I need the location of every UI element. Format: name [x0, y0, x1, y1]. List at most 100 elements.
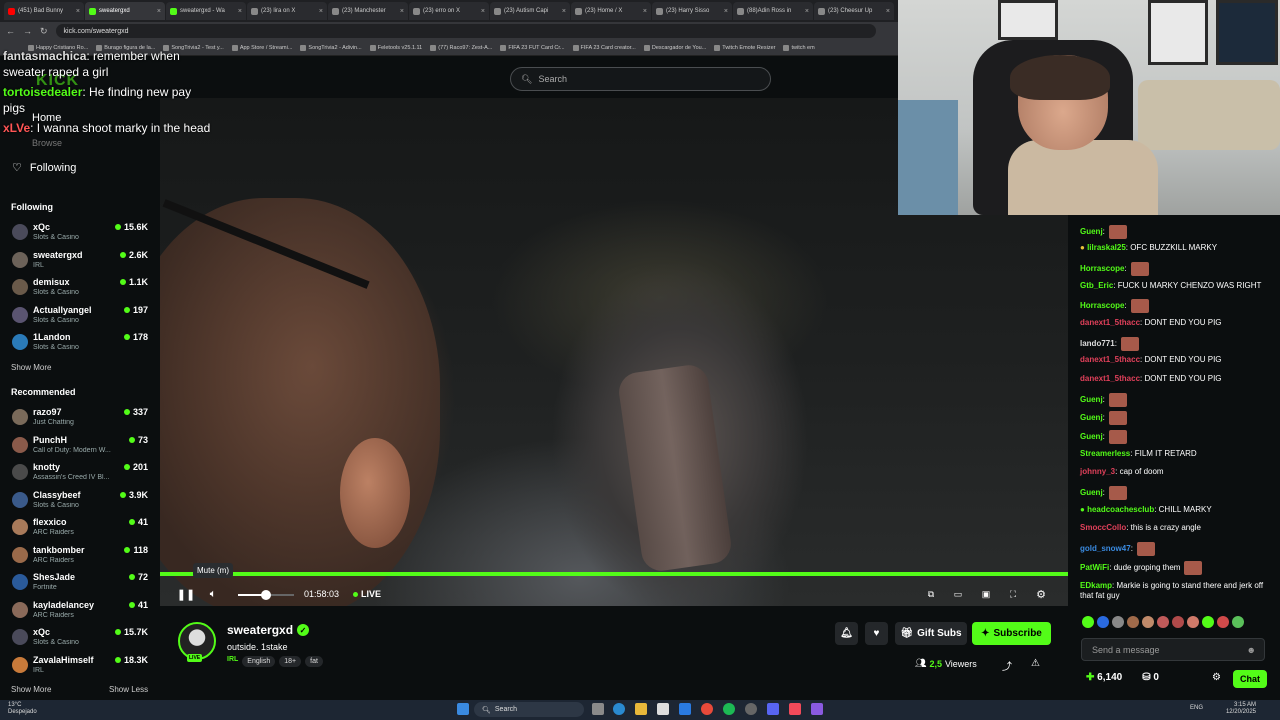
- weather-widget[interactable]: 13°C Despejado: [8, 702, 37, 716]
- clock[interactable]: 3:15 AM 12/20/2025: [1226, 702, 1256, 716]
- chat-username[interactable]: Gtb_Eric: [1080, 281, 1113, 290]
- back-icon[interactable]: ←: [6, 26, 15, 36]
- chat-username[interactable]: Streamerless: [1080, 449, 1130, 458]
- close-icon[interactable]: ×: [76, 8, 80, 15]
- sidebar-channel[interactable]: Classybeef Slots & Casino 3.9K: [10, 488, 152, 514]
- chat-username[interactable]: danext1_5thacc: [1080, 374, 1140, 383]
- chat-username[interactable]: Horrascope: [1080, 264, 1124, 273]
- close-icon[interactable]: ×: [319, 8, 323, 15]
- browser-tab[interactable]: sweatergxd ×: [85, 2, 165, 20]
- category-link[interactable]: IRL: [227, 656, 238, 667]
- emote-icon[interactable]: [1127, 616, 1139, 628]
- discord-icon[interactable]: [767, 703, 779, 715]
- bookmark-item[interactable]: Twitch Emote Resizer: [714, 44, 775, 51]
- chat-username[interactable]: Guenj: [1080, 395, 1103, 404]
- bookmark-item[interactable]: Descargador de You...: [643, 44, 706, 51]
- chat-settings-icon[interactable]: ⚙: [1212, 672, 1221, 683]
- url-field[interactable]: kick.com/sweatergxd: [55, 24, 876, 38]
- chat-input[interactable]: Send a message ☻: [1081, 638, 1265, 661]
- close-icon[interactable]: ×: [157, 8, 161, 15]
- chat-username[interactable]: Guenj: [1080, 227, 1103, 236]
- chat-username[interactable]: lilraskal25: [1087, 243, 1126, 252]
- chat-username[interactable]: Guenj: [1080, 413, 1103, 422]
- browser-tab[interactable]: sweatergxd - Wa ×: [166, 2, 246, 20]
- theater-icon[interactable]: ▭: [950, 586, 966, 602]
- bookmark-item[interactable]: Feletools v25.1.11: [369, 44, 422, 51]
- browser-tab[interactable]: (23) Cheesur Up ×: [814, 2, 894, 20]
- bookmark-item[interactable]: FIFA 23 Card creator...: [572, 44, 636, 51]
- emote-icon[interactable]: [1217, 616, 1229, 628]
- bookmark-item[interactable]: (77) Raco97: Zest-A...: [430, 44, 492, 51]
- chat-username[interactable]: Guenj: [1080, 432, 1103, 441]
- settings-gear-icon[interactable]: ⚙: [1033, 586, 1049, 602]
- sidebar-channel[interactable]: xQc Slots & Casino 15.6K: [10, 220, 152, 246]
- follow-button[interactable]: ♥: [865, 622, 888, 645]
- chat-username[interactable]: SmoccCollo: [1080, 523, 1126, 532]
- streamer-name[interactable]: sweatergxd: [227, 623, 293, 637]
- tag-pill[interactable]: English: [242, 656, 276, 667]
- channel-points[interactable]: ✚ 6,140: [1086, 672, 1122, 683]
- emote-icon[interactable]: [1187, 616, 1199, 628]
- chat-username[interactable]: danext1_5thacc: [1080, 355, 1140, 364]
- mail-icon[interactable]: [679, 703, 691, 715]
- emote-icon[interactable]: [1172, 616, 1184, 628]
- chat-send-button[interactable]: Chat: [1233, 670, 1267, 688]
- emote-icon[interactable]: [1112, 616, 1124, 628]
- chat-username[interactable]: gold_snow47: [1080, 544, 1131, 553]
- music-icon[interactable]: [789, 703, 801, 715]
- emote-icon[interactable]: [1142, 616, 1154, 628]
- share-icon[interactable]: ⤴: [1002, 658, 1012, 673]
- bookmark-item[interactable]: SongTrivia2 - Adivin...: [300, 44, 362, 51]
- chat-username[interactable]: Horrascope: [1080, 301, 1124, 310]
- sidebar-channel[interactable]: flexxico ARC Raiders 41: [10, 515, 152, 541]
- task-view-icon[interactable]: [592, 703, 604, 715]
- nav-following[interactable]: ♡ Following: [12, 161, 76, 175]
- show-more-recommended[interactable]: Show More: [11, 685, 51, 694]
- close-icon[interactable]: ×: [400, 8, 404, 15]
- edge-icon[interactable]: [613, 703, 625, 715]
- emote-icon[interactable]: [1097, 616, 1109, 628]
- chat-username[interactable]: johnny_3: [1080, 467, 1115, 476]
- browser-tab[interactable]: (23) Home / X ×: [571, 2, 651, 20]
- store-icon[interactable]: [657, 703, 669, 715]
- forward-icon[interactable]: →: [23, 26, 32, 36]
- chat-username[interactable]: lando771: [1080, 339, 1115, 348]
- show-more-following[interactable]: Show More: [11, 363, 51, 372]
- live-indicator[interactable]: LIVE: [353, 589, 381, 599]
- emote-icon[interactable]: [1082, 616, 1094, 628]
- rewards[interactable]: ⛁ 0: [1142, 672, 1159, 683]
- subscribe-button[interactable]: ✦ Subscribe: [972, 622, 1051, 645]
- bookmark-item[interactable]: App Store / Streami...: [231, 44, 292, 51]
- chat-username[interactable]: EDkamp: [1080, 581, 1112, 590]
- clip-icon[interactable]: ▣: [978, 586, 994, 602]
- emote-icon[interactable]: [1232, 616, 1244, 628]
- emote-icon[interactable]: [1157, 616, 1169, 628]
- chat-username[interactable]: headcoachesclub: [1087, 505, 1154, 514]
- close-icon[interactable]: ×: [238, 8, 242, 15]
- bookmark-item[interactable]: twitch em: [783, 44, 815, 51]
- emote-icon[interactable]: [1202, 616, 1214, 628]
- obs-icon[interactable]: [745, 703, 757, 715]
- gift-subs-button[interactable]: 🎁︎ Gift Subs: [895, 622, 967, 645]
- sidebar-channel[interactable]: Actuallyangel Slots & Casino 197: [10, 303, 152, 329]
- tag-pill[interactable]: 18+: [279, 656, 302, 667]
- reload-icon[interactable]: ↻: [40, 26, 48, 37]
- fullscreen-icon[interactable]: ⛶: [1005, 586, 1021, 602]
- sidebar-channel[interactable]: sweatergxd IRL 2.6K: [10, 248, 152, 274]
- close-icon[interactable]: ×: [805, 8, 809, 15]
- search-input[interactable]: 🔍︎ Search: [510, 67, 771, 91]
- volume-slider[interactable]: [261, 590, 271, 600]
- sidebar-channel[interactable]: tankbomber ARC Raiders 118: [10, 543, 152, 569]
- file-explorer-icon[interactable]: [635, 703, 647, 715]
- chrome-icon[interactable]: [701, 703, 713, 715]
- browser-tab[interactable]: (23) Autism Capi ×: [490, 2, 570, 20]
- sidebar-channel[interactable]: 1Landon Slots & Casino 178: [10, 330, 152, 356]
- report-icon[interactable]: ⚠: [1031, 658, 1040, 669]
- pause-icon[interactable]: ❚❚: [177, 586, 195, 602]
- sidebar-channel[interactable]: ZavalaHimself IRL 18.3K: [10, 653, 152, 679]
- browser-tab[interactable]: (88)Adin Ross in ×: [733, 2, 813, 20]
- sidebar-channel[interactable]: knotty Assassin's Creed IV Bl... 201: [10, 460, 152, 486]
- tag-pill[interactable]: fat: [305, 656, 323, 667]
- close-icon[interactable]: ×: [643, 8, 647, 15]
- notification-bell-button[interactable]: 🔔︎: [835, 622, 858, 645]
